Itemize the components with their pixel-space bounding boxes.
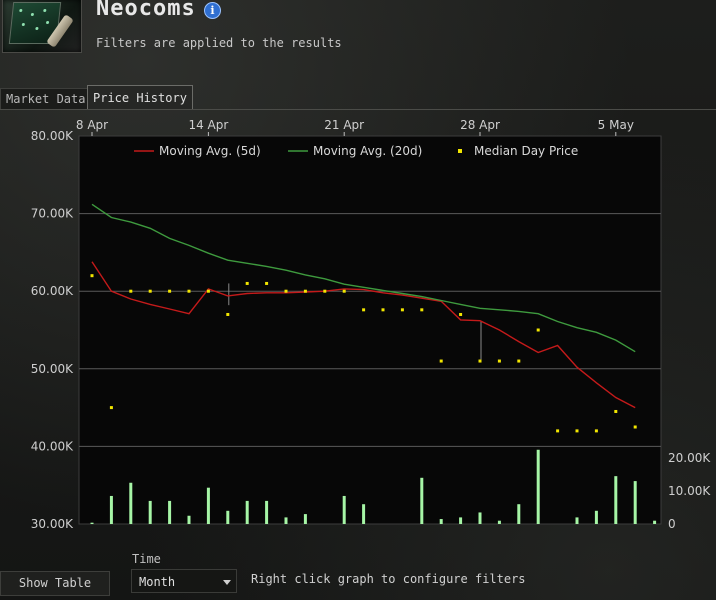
median-price-point	[90, 274, 94, 278]
page-subtitle: Filters are applied to the results	[96, 36, 342, 50]
median-price-point	[303, 289, 307, 293]
median-price-point	[633, 425, 637, 429]
plot-area	[78, 135, 662, 525]
median-price-point	[459, 312, 463, 316]
time-range-select[interactable]: Month	[131, 569, 237, 593]
median-price-point	[614, 409, 618, 413]
volume-bar	[497, 520, 501, 524]
price-tick-label: 60.00K	[31, 284, 74, 298]
volume-bar	[129, 482, 133, 524]
median-price-point	[478, 359, 482, 363]
median-price-point	[556, 429, 560, 433]
median-price-point	[206, 289, 210, 293]
median-price-point	[362, 308, 366, 312]
volume-bar	[226, 510, 230, 524]
volume-bar	[342, 495, 346, 524]
median-price-point	[187, 289, 191, 293]
price-tick-label: 40.00K	[31, 439, 74, 453]
volume-bar	[420, 477, 424, 524]
median-price-point	[148, 289, 152, 293]
x-tick-label: 8 Apr	[76, 118, 108, 132]
median-price-point	[129, 289, 133, 293]
time-range-value: Month	[139, 575, 176, 589]
volume-bar	[168, 500, 172, 524]
legend-label-ma20: Moving Avg. (20d)	[313, 144, 422, 158]
volume-bar	[633, 481, 637, 524]
median-price-point	[342, 289, 346, 293]
legend-label-median: Median Day Price	[474, 144, 578, 158]
page-title: Neocoms	[96, 0, 196, 21]
volume-bar	[517, 504, 521, 524]
median-price-point	[439, 359, 443, 363]
volume-bar	[303, 514, 307, 524]
x-tick-label: 21 Apr	[324, 118, 364, 132]
tab-bar: Market Data Price History	[0, 85, 716, 110]
volume-bar	[575, 517, 579, 524]
price-tick-label: 80.00K	[31, 129, 74, 143]
item-header: Neocoms i Filters are applied to the res…	[0, 0, 716, 80]
median-price-point	[323, 289, 327, 293]
chevron-down-icon	[223, 580, 231, 585]
volume-bar	[187, 515, 191, 524]
volume-bar	[109, 495, 113, 524]
volume-bar	[245, 500, 249, 524]
volume-tick-label: 10.00K	[668, 484, 711, 498]
price-tick-label: 30.00K	[31, 517, 74, 531]
median-price-point	[497, 359, 501, 363]
info-icon[interactable]: i	[204, 2, 221, 19]
tab-price-history[interactable]: Price History	[87, 85, 193, 110]
volume-bar	[284, 517, 288, 524]
legend-label-ma5: Moving Avg. (5d)	[159, 144, 261, 158]
median-price-point	[381, 308, 385, 312]
x-tick-label: 14 Apr	[188, 118, 228, 132]
volume-bar	[594, 510, 598, 524]
volume-bar	[653, 520, 657, 524]
median-price-point	[168, 289, 172, 293]
volume-bar	[90, 522, 94, 524]
median-price-point	[109, 406, 113, 410]
volume-tick-label: 0	[668, 517, 676, 531]
time-label: Time	[132, 552, 161, 566]
price-tick-label: 70.00K	[31, 207, 74, 221]
price-tick-label: 50.00K	[31, 362, 74, 376]
x-tick-label: 5 May	[598, 118, 634, 132]
volume-bar	[206, 487, 210, 524]
volume-bar	[265, 500, 269, 524]
median-price-point	[420, 308, 424, 312]
volume-bar	[439, 519, 443, 524]
median-price-point	[575, 429, 579, 433]
median-price-point	[265, 281, 269, 285]
median-price-point	[245, 281, 249, 285]
median-price-point	[400, 308, 404, 312]
volume-bar	[459, 517, 463, 524]
median-price-point	[536, 328, 540, 332]
volume-bar	[614, 476, 618, 524]
median-price-point	[284, 289, 288, 293]
volume-bar	[362, 504, 366, 524]
volume-tick-label: 20.00K	[668, 451, 711, 465]
chart-svg[interactable]: 30.00K 40.00K 50.00K 60.00K 70.00K 80.00K 0 10.…	[0, 110, 716, 540]
median-price-point	[594, 429, 598, 433]
x-tick-label: 28 Apr	[460, 118, 500, 132]
legend-swatch-median	[458, 149, 462, 153]
tab-market-data[interactable]: Market Data	[0, 88, 92, 110]
volume-bar	[478, 512, 482, 524]
volume-bar	[536, 449, 540, 524]
price-history-chart[interactable]: 30.00K 40.00K 50.00K 60.00K 70.00K 80.00K 0 10.…	[0, 110, 716, 540]
configure-hint: Right click graph to configure filters	[251, 572, 526, 586]
volume-bar	[148, 500, 152, 524]
median-price-point	[517, 359, 521, 363]
show-table-button[interactable]: Show Table	[0, 571, 110, 596]
footer-controls: Show Table Time Month Right click graph …	[0, 545, 716, 600]
neocom-datapad-icon	[2, 0, 82, 53]
median-price-point	[226, 312, 230, 316]
